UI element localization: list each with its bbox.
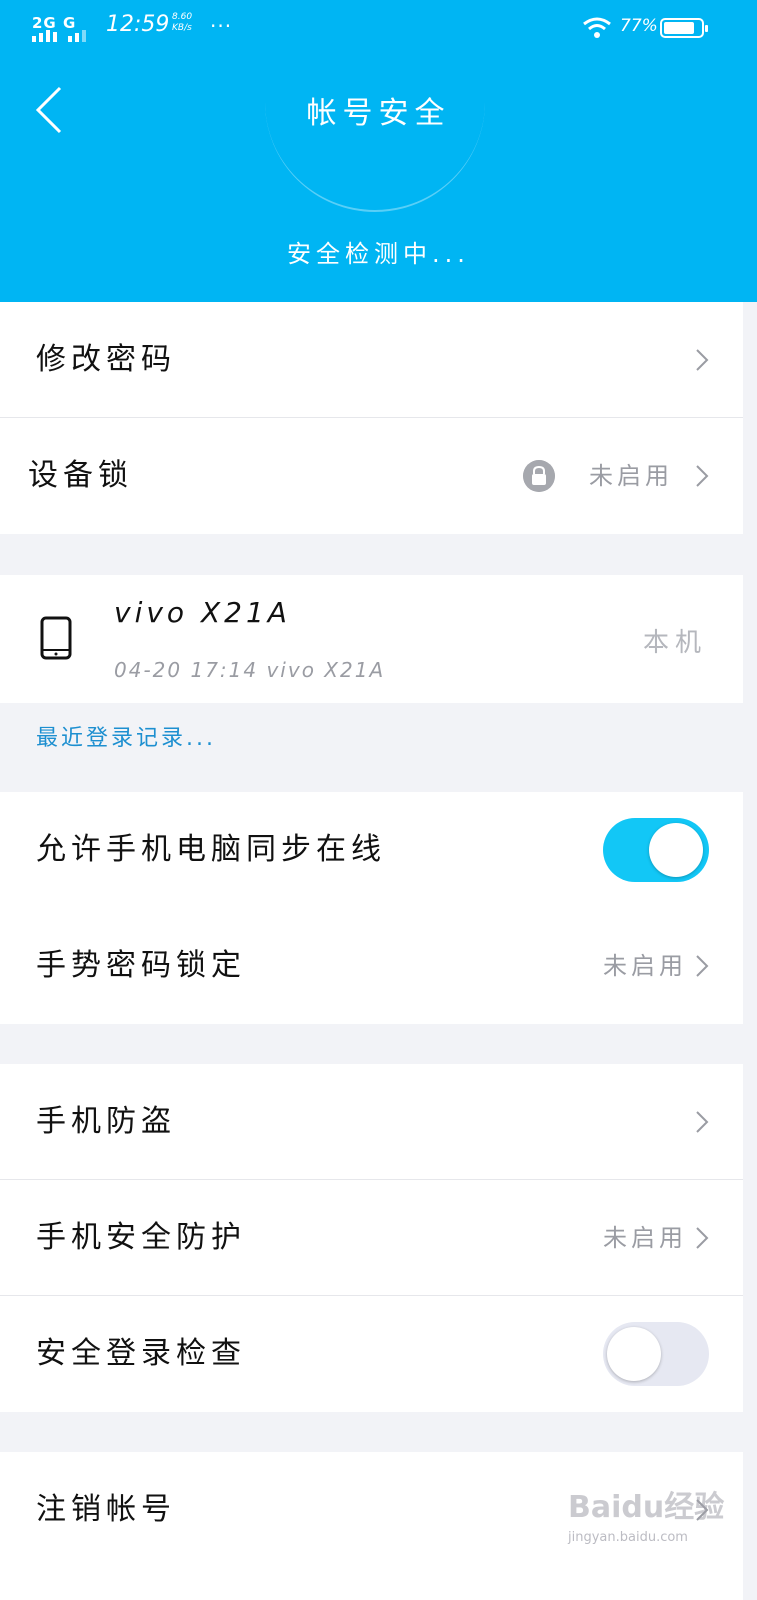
device-name: vivo X21A	[114, 596, 291, 629]
baidu-watermark: Baidu经验	[568, 1490, 725, 1525]
status-bar: 2G G 12:59 8.60 KB/s ··· 77%	[0, 0, 757, 56]
network-speed: 8.60 KB/s	[172, 12, 192, 34]
signal-icon	[32, 30, 57, 42]
chevron-right-icon	[696, 1110, 709, 1133]
device-lock-row[interactable]: 设备锁 未启用	[0, 418, 743, 534]
chevron-right-icon	[696, 348, 709, 371]
sync-settings-group: 允许手机电脑同步在线 手势密码锁定 未启用	[0, 792, 743, 1024]
phone-icon	[40, 616, 72, 660]
security-protection-label: 手机安全防护	[36, 1220, 246, 1255]
scan-arc	[265, 90, 485, 212]
baidu-watermark-url: jingyan.baidu.com	[568, 1530, 688, 1545]
gesture-lock-label: 手势密码锁定	[36, 948, 246, 983]
lock-icon	[523, 460, 555, 492]
anti-theft-label: 手机防盗	[36, 1104, 176, 1139]
chevron-right-icon	[696, 955, 709, 977]
sync-online-row: 允许手机电脑同步在线	[0, 792, 743, 908]
chevron-right-icon	[696, 1226, 709, 1249]
gesture-lock-row[interactable]: 手势密码锁定 未启用	[0, 908, 743, 1024]
recent-logins-link[interactable]: 最近登录记录...	[36, 720, 216, 752]
device-login-time: 04-20 17:14 vivo X21A	[114, 658, 386, 682]
battery-icon	[660, 18, 708, 38]
security-protection-status: 未启用	[603, 1224, 687, 1252]
device-lock-label: 设备锁	[28, 458, 133, 493]
this-device-badge: 本机	[642, 628, 707, 658]
wifi-icon	[583, 17, 611, 38]
device-lock-status: 未启用	[589, 462, 673, 490]
current-device-row[interactable]	[0, 575, 743, 703]
sync-online-label: 允许手机电脑同步在线	[36, 832, 386, 867]
toggle-knob	[649, 823, 703, 877]
chevron-right-icon	[696, 465, 709, 487]
login-check-row: 安全登录检查	[0, 1296, 743, 1412]
account-cancel-group: 注销帐号	[0, 1452, 743, 1600]
sync-online-toggle[interactable]	[603, 818, 709, 882]
header: 2G G 12:59 8.60 KB/s ··· 77% 帐号安全 安全检测中.…	[0, 0, 757, 302]
login-check-label: 安全登录检查	[36, 1336, 246, 1371]
gesture-lock-status: 未启用	[603, 952, 687, 980]
security-protection-row[interactable]: 手机安全防护 未启用	[0, 1180, 743, 1296]
change-password-row[interactable]: 修改密码	[0, 302, 743, 418]
clock: 12:59	[106, 12, 170, 37]
anti-theft-row[interactable]: 手机防盗	[0, 1064, 743, 1180]
login-check-toggle[interactable]	[603, 1322, 709, 1386]
security-scan-status: 安全检测中...	[287, 240, 470, 268]
more-notifications-icon: ···	[210, 14, 233, 38]
network-speed-unit: KB/s	[172, 23, 192, 33]
account-settings-group: 修改密码 设备锁 未启用	[0, 302, 743, 534]
cancel-account-label: 注销帐号	[36, 1492, 176, 1527]
network-speed-value: 8.60	[172, 12, 193, 22]
protection-settings-group: 手机防盗 手机安全防护 未启用 安全登录检查	[0, 1064, 743, 1412]
signal-icon-2	[68, 30, 86, 42]
toggle-knob	[607, 1327, 661, 1381]
change-password-label: 修改密码	[36, 342, 176, 377]
battery-percent: 77%	[620, 16, 658, 36]
